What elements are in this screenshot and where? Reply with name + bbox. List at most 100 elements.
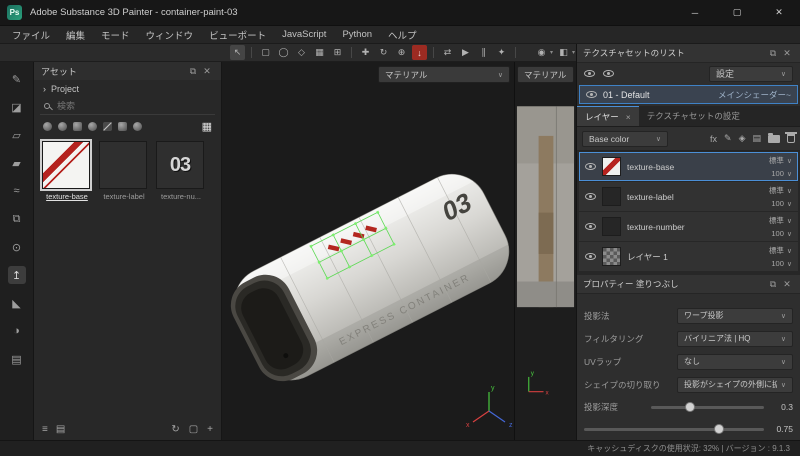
asset-texture-base[interactable]: texture-base (40, 139, 92, 201)
eraser-tool-icon[interactable]: ◪ (8, 98, 26, 116)
layer-visibility-icon[interactable] (585, 253, 596, 260)
filter-environment-icon[interactable] (133, 121, 142, 131)
secondary-slider-value[interactable]: 0.75 (771, 424, 793, 434)
projection-depth-value[interactable]: 0.3 (771, 402, 793, 412)
rotate-gizmo-icon[interactable]: ↻ (376, 45, 391, 60)
scale-gizmo-icon[interactable]: ⊕ (394, 45, 409, 60)
uv-wrap-dropdown[interactable]: なし ∨ (677, 353, 793, 370)
bake-mode-icon[interactable]: ↓ (412, 45, 427, 60)
asset-texture-label[interactable]: texture-label (99, 141, 149, 201)
close-panel-icon[interactable]: ✕ (780, 46, 794, 60)
layer-row-texture-base[interactable]: texture-base 標準 ∨ 100 ∨ (579, 152, 798, 181)
projection-dropdown[interactable]: ワープ投影 ∨ (677, 307, 793, 324)
menu-edit[interactable]: 編集 (58, 26, 93, 43)
brush-tool-icon[interactable]: ✎ (8, 70, 26, 88)
2d-texture-view[interactable]: y x (515, 62, 576, 440)
add-paint-layer-icon[interactable]: ✎ (724, 133, 732, 144)
refresh-icon[interactable]: ↻ (171, 424, 179, 435)
menu-javascript[interactable]: JavaScript (274, 26, 334, 43)
slider-handle[interactable] (684, 401, 695, 412)
lazy-mouse-icon[interactable]: ✦ (494, 45, 509, 60)
add-effect-icon[interactable]: fx (710, 134, 717, 144)
search-input[interactable] (57, 101, 177, 111)
layer-visibility-icon[interactable] (585, 163, 596, 170)
display-settings-icon[interactable]: ◑ (8, 322, 26, 340)
close-panel-icon[interactable]: ✕ (780, 277, 794, 291)
polygon-fill-tool-icon[interactable]: ▰ (8, 154, 26, 172)
tab-close-icon[interactable]: × (626, 112, 631, 122)
blend-mode-value[interactable]: 標準 (769, 155, 784, 166)
list-view-icon[interactable]: ≡ (42, 424, 48, 435)
undock-panel-icon[interactable]: ⧉ (186, 64, 200, 78)
filter-brush-icon[interactable] (88, 121, 97, 131)
shader-link[interactable]: メインシェーダー~ (718, 89, 791, 101)
tab-layers[interactable]: レイヤー × (577, 106, 639, 126)
move-gizmo-icon[interactable]: ✚ (358, 45, 373, 60)
tab-texture-set-settings[interactable]: テクスチャセットの設定 (639, 106, 748, 126)
layer-opacity-value[interactable]: 100 (771, 229, 784, 238)
menu-mode[interactable]: モード (93, 26, 138, 43)
container-model[interactable]: EXPRESS CONTAINER 03 (222, 161, 514, 394)
visibility-eye-icon[interactable] (584, 70, 595, 77)
frame-icon[interactable]: ▢ (189, 424, 198, 435)
solo-eye-icon[interactable] (603, 70, 614, 77)
menu-python[interactable]: Python (334, 26, 380, 43)
mesh-fill-icon[interactable]: ▦ (312, 45, 327, 60)
geometry-mask-icon[interactable]: ◣ (8, 294, 26, 312)
asset-texture-number[interactable]: 03 texture-nu... (156, 141, 206, 201)
chevron-down-icon[interactable]: ▾ (572, 49, 575, 56)
layer-opacity-value[interactable]: 100 (771, 259, 784, 268)
layer-row-layer-1[interactable]: レイヤー 1 標準 ∨ 100 ∨ (579, 242, 798, 271)
circle-select-icon[interactable]: ◯ (276, 45, 291, 60)
close-button[interactable]: ✕ (758, 0, 800, 25)
viewport2d-material-dropdown[interactable]: マテリアル (517, 66, 574, 83)
export-textures-icon[interactable]: ↥ (7, 266, 26, 284)
rect-select-icon[interactable]: ▢ (258, 45, 273, 60)
uv-fill-icon[interactable]: ⊞ (330, 45, 345, 60)
secondary-slider[interactable] (584, 423, 764, 434)
detail-view-icon[interactable]: ▤ (56, 424, 65, 435)
mirror-icon[interactable]: ⇄ (440, 45, 455, 60)
grid-view-icon[interactable]: ▦ (202, 120, 212, 133)
add-smart-material-icon[interactable]: ▤ (752, 133, 761, 144)
blend-mode-value[interactable]: 標準 (769, 185, 784, 196)
viewport-material-dropdown[interactable]: マテリアル ∨ (378, 66, 510, 83)
viewport-3d[interactable]: EXPRESS CONTAINER 03 y x z マテリアル ∨ (222, 62, 514, 440)
smudge-tool-icon[interactable]: ≈ (8, 182, 26, 200)
blend-mode-value[interactable]: 標準 (769, 215, 784, 226)
filter-alpha-icon[interactable] (103, 121, 112, 131)
projection-depth-slider[interactable] (651, 401, 764, 412)
add-asset-button[interactable]: + (207, 424, 213, 435)
3d-scene[interactable]: EXPRESS CONTAINER 03 y x z (222, 62, 514, 440)
display-mode-icon[interactable]: ◧ (556, 45, 571, 60)
clone-tool-icon[interactable]: ⧉ (8, 210, 26, 228)
filter-smart-material-icon[interactable] (58, 121, 67, 131)
delete-layer-icon[interactable] (785, 132, 797, 143)
slider-handle[interactable] (713, 423, 724, 434)
symmetry-icon[interactable]: ∥ (476, 45, 491, 60)
filtering-dropdown[interactable]: バイリニア法 | HQ ∨ (677, 330, 793, 347)
material-picker-tool-icon[interactable]: ⊙ (8, 238, 26, 256)
layer-row-texture-number[interactable]: texture-number 標準 ∨ 100 ∨ (579, 212, 798, 241)
settings-dropdown[interactable]: 設定 ∨ (709, 65, 793, 82)
layer-opacity-value[interactable]: 100 (771, 169, 784, 178)
shelf-icon[interactable]: ▤ (8, 350, 26, 368)
layer-visibility-icon[interactable] (585, 193, 596, 200)
blend-mode-value[interactable]: 標準 (769, 245, 784, 256)
projection-tool-icon[interactable]: ▱ (8, 126, 26, 144)
layer-opacity-value[interactable]: 100 (771, 199, 784, 208)
texture-set-row-default[interactable]: 01 - Default メインシェーダー~ (579, 85, 798, 104)
menu-file[interactable]: ファイル (4, 26, 58, 43)
menu-help[interactable]: ヘルプ (380, 26, 425, 43)
filter-filter-icon[interactable] (73, 121, 82, 131)
menu-window[interactable]: ウィンドウ (138, 26, 202, 43)
project-folder-row[interactable]: › Project (34, 80, 221, 97)
add-group-folder-icon[interactable] (768, 132, 780, 143)
undock-panel-icon[interactable]: ⧉ (766, 277, 780, 291)
maximize-button[interactable]: ▢ (716, 0, 758, 25)
eye-icon[interactable] (586, 91, 597, 98)
camera-settings-icon[interactable]: ◉ (534, 45, 549, 60)
chevron-down-icon[interactable]: ▾ (550, 49, 553, 56)
layer-visibility-icon[interactable] (585, 223, 596, 230)
layer-row-texture-label[interactable]: texture-label 標準 ∨ 100 ∨ (579, 182, 798, 211)
